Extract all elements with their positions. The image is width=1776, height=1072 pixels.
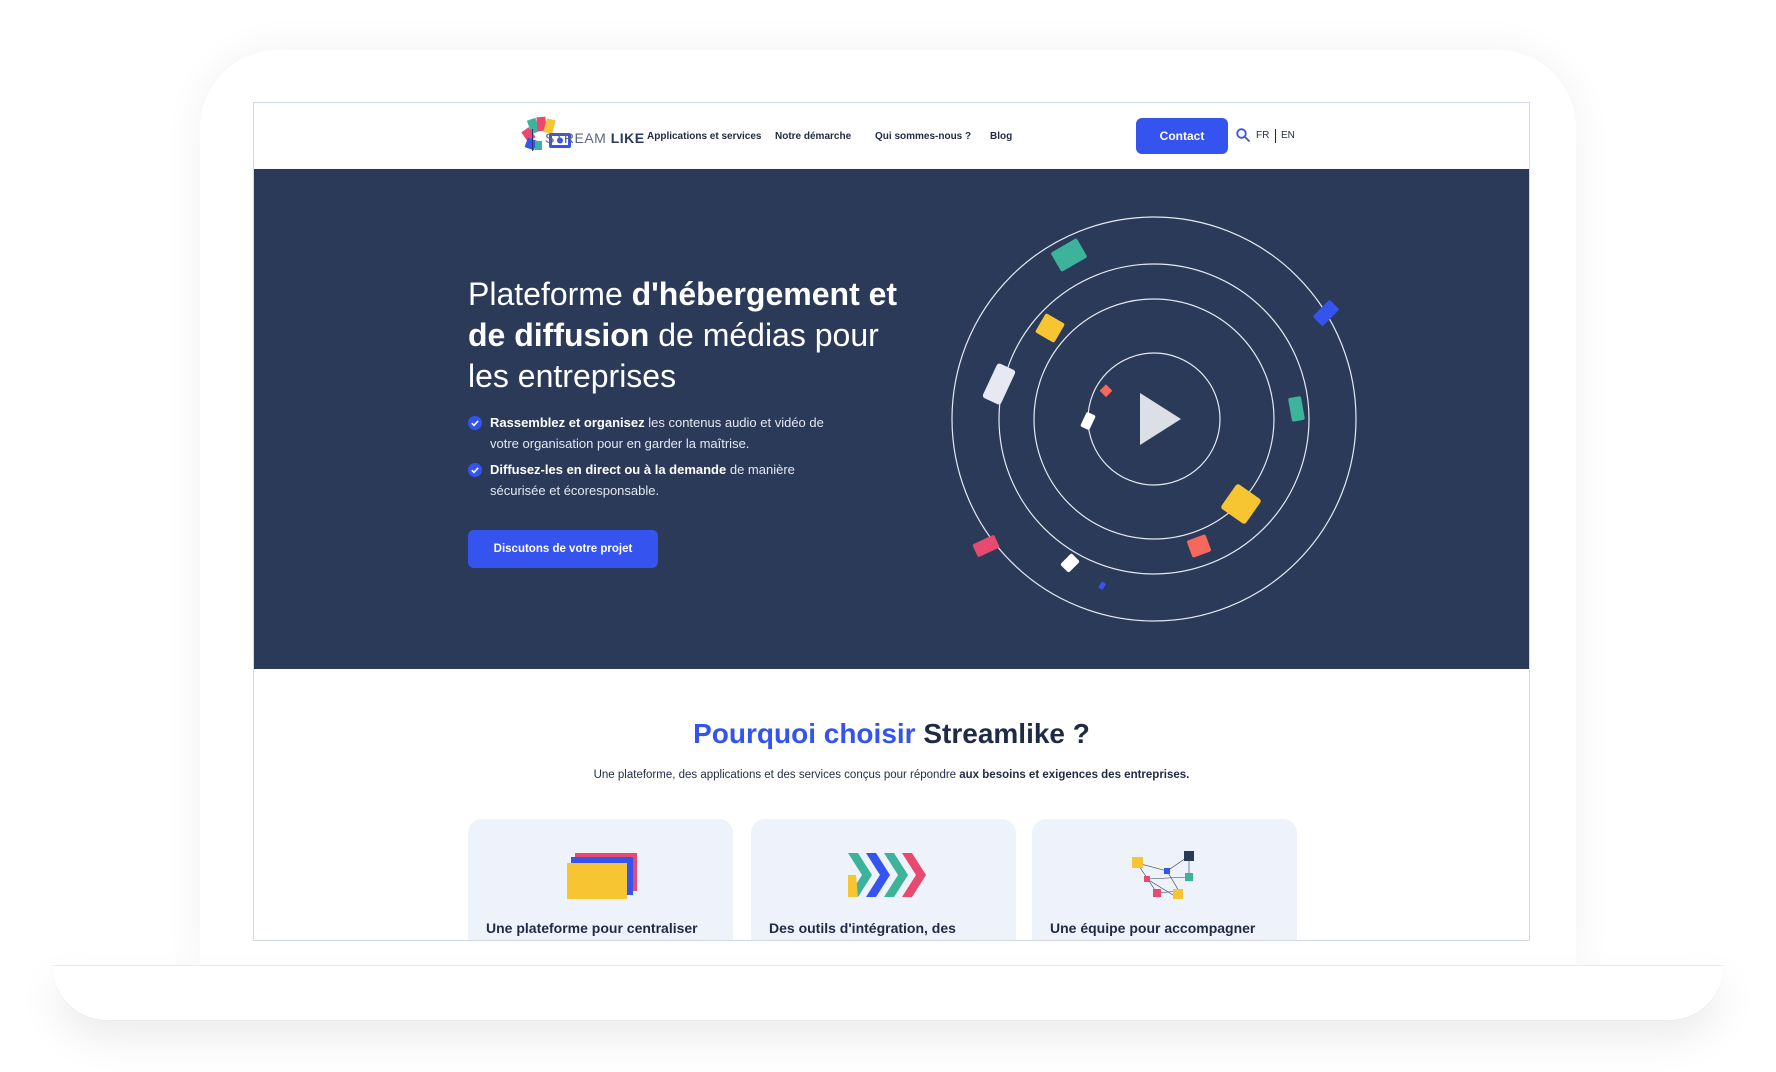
hero-bullet-2: Diffusez-les en direct ou à la demande d… (490, 462, 795, 498)
site-header: STREAM LIKE Applications et services Not… (254, 103, 1529, 169)
logo-separator (532, 129, 533, 151)
feature-card-title: Une plateforme pour centraliser (486, 920, 698, 936)
lang-en[interactable]: EN (1281, 130, 1295, 141)
search-icon[interactable] (1236, 128, 1250, 142)
chevrons-icon (848, 853, 926, 897)
nav-applications[interactable]: Applications et services (647, 131, 762, 142)
nav-blog[interactable]: Blog (990, 131, 1012, 142)
feature-card[interactable]: Une équipe pour accompagner (1032, 819, 1297, 940)
check-icon (468, 416, 482, 430)
nav-demarche[interactable]: Notre démarche (775, 131, 851, 142)
feature-card-title: Une équipe pour accompagner (1050, 920, 1256, 936)
feature-card-title: Des outils d'intégration, des (769, 920, 956, 936)
lang-fr[interactable]: FR (1256, 130, 1269, 141)
play-icon (1140, 393, 1181, 445)
laptop-base (52, 965, 1724, 1021)
brand-wordmark[interactable]: STREAM LIKE (545, 130, 645, 146)
network-nodes-icon (1132, 851, 1194, 899)
nav-qui-sommes-nous[interactable]: Qui sommes-nous ? (875, 131, 971, 142)
hero-title: Plateforme d'hébergement et de diffusion… (468, 276, 898, 394)
feature-card[interactable]: Une plateforme pour centraliser (468, 819, 733, 940)
lang-separator (1275, 129, 1276, 143)
hero-bullet-1: Rassemblez et organisez les contenus aud… (490, 415, 824, 451)
why-subtitle: Une plateforme, des applications et des … (593, 769, 1190, 781)
hero-section: Plateforme d'hébergement et de diffusion… (254, 169, 1529, 669)
stacked-folders-icon (567, 853, 637, 899)
feature-card[interactable]: Des outils d'intégration, des (751, 819, 1016, 940)
contact-button[interactable]: Contact (1136, 118, 1228, 154)
why-title: Pourquoi choisir Streamlike ? (693, 718, 1090, 749)
website-screen: STREAM LIKE Applications et services Not… (253, 102, 1530, 941)
orbit-illustration (951, 216, 1357, 622)
check-icon (468, 463, 482, 477)
discuss-project-button[interactable]: Discutons de votre projet (468, 530, 658, 568)
